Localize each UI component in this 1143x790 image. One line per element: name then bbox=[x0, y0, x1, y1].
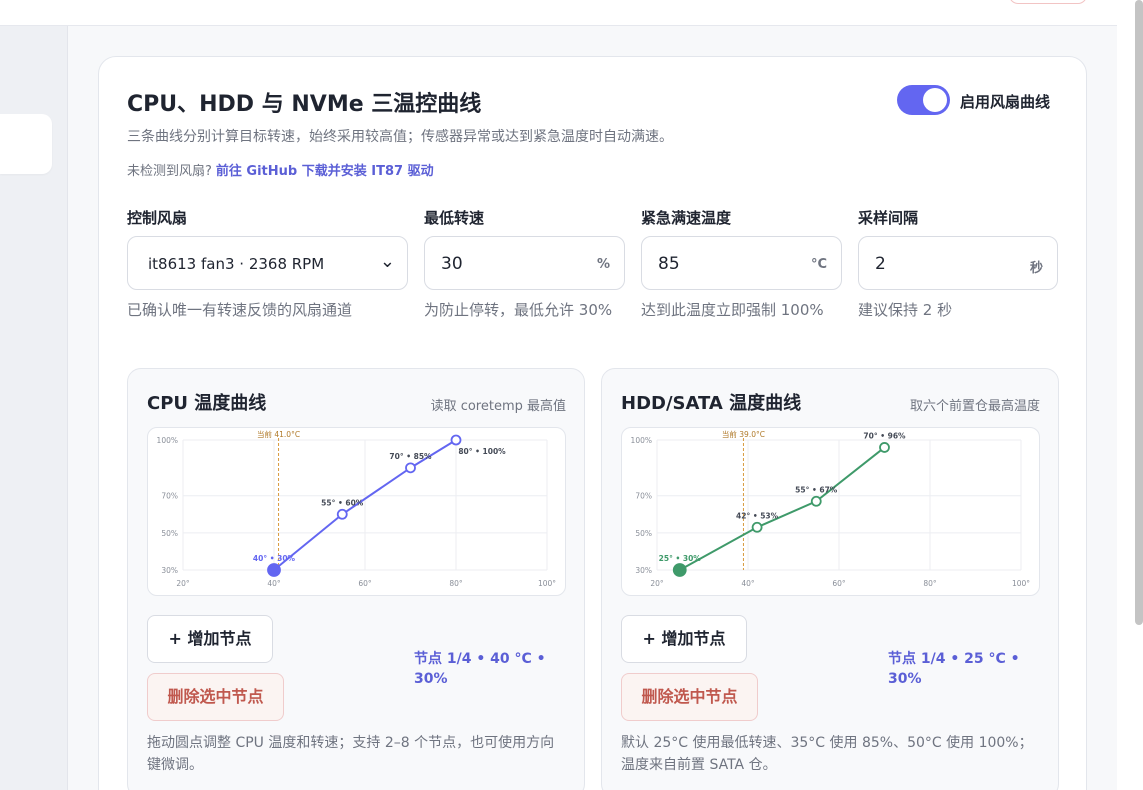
cpu-x-tick-label: 80° bbox=[449, 579, 463, 588]
interval-input[interactable]: 2 秒 bbox=[858, 236, 1058, 290]
emergency-temp-help: 达到此温度立即强制 100% bbox=[641, 301, 824, 319]
cpu-curve-title: CPU 温度曲线 bbox=[147, 393, 267, 414]
cpu-add-node-button[interactable]: + 增加节点 bbox=[147, 615, 273, 663]
cpu-y-tick-label: 30% bbox=[161, 566, 178, 575]
hdd-chart-svg[interactable]: 20° 40° 60° 80° 100° 100% 70% 50% 30% 当前 39.0°C 25… bbox=[622, 428, 1040, 596]
toggle-knob bbox=[923, 88, 947, 112]
driver-notice: 未检测到风扇? 前往 GitHub 下载并安装 IT87 驱动 bbox=[127, 160, 434, 179]
hdd-data-point[interactable] bbox=[672, 563, 687, 577]
toggle-label: 启用风扇曲线 bbox=[960, 93, 1051, 111]
hdd-x-tick-label: 100° bbox=[1012, 579, 1030, 588]
cpu-curve-description: 拖动圆点调整 CPU 温度和转速；支持 2–8 个节点，也可使用方向键微调。 bbox=[147, 735, 555, 773]
emergency-temp-unit: °C bbox=[810, 257, 827, 272]
interval-value: 2 bbox=[875, 254, 886, 274]
min-speed-label: 最低转速 bbox=[424, 209, 485, 227]
hdd-point-label: 42° • 53% bbox=[736, 511, 779, 520]
hdd-series-line bbox=[679, 446, 886, 571]
hdd-curve-note: 取六个前置仓最高温度 bbox=[909, 399, 1040, 414]
cpu-data-point[interactable] bbox=[336, 508, 348, 520]
hdd-y-tick-label: 70% bbox=[635, 492, 652, 501]
hdd-add-node-button[interactable]: + 增加节点 bbox=[621, 615, 747, 663]
hdd-curve-description: 默认 25°C 使用最低转速、35°C 使用 85%、50°C 使用 100%；… bbox=[621, 735, 1033, 773]
top-action-button[interactable] bbox=[1009, 0, 1087, 4]
cpu-curve-card: CPU 温度曲线 读取 coretemp 最高值 20° 40° 60° 80° 100… bbox=[127, 368, 585, 790]
hdd-x-tick-label: 60° bbox=[832, 579, 846, 588]
interval-label: 采样间隔 bbox=[858, 209, 919, 227]
cpu-point-label: 70° • 85% bbox=[389, 452, 432, 461]
cpu-x-tick-label: 20° bbox=[176, 579, 190, 588]
cpu-y-tick-label: 100% bbox=[157, 436, 178, 445]
hdd-data-point[interactable] bbox=[879, 442, 890, 453]
hdd-point-label: 25° • 30% bbox=[659, 554, 702, 563]
chevron-down-icon: ⌄ bbox=[379, 251, 395, 272]
emergency-temp-input[interactable]: 85 °C bbox=[641, 236, 842, 290]
sidebar bbox=[0, 26, 68, 790]
min-speed-input[interactable]: 30 % bbox=[424, 236, 625, 290]
fan-select[interactable]: it8613 fan3 · 2368 RPM ⌄ bbox=[127, 236, 408, 290]
fan-select-value: it8613 fan3 · 2368 RPM bbox=[148, 255, 325, 273]
cpu-curve-note: 读取 coretemp 最高值 bbox=[430, 399, 566, 414]
scrollbar-thumb[interactable] bbox=[1135, 0, 1143, 625]
cpu-point-label: 40° • 30% bbox=[253, 554, 296, 563]
hdd-point-label: 70° • 96% bbox=[863, 431, 906, 440]
hdd-curve-title: HDD/SATA 温度曲线 bbox=[621, 393, 802, 414]
cpu-data-point[interactable] bbox=[267, 563, 281, 577]
notice-text: 未检测到风扇? bbox=[127, 164, 212, 179]
hdd-x-tick-label: 40° bbox=[741, 579, 755, 588]
emergency-temp-label: 紧急满速温度 bbox=[641, 209, 732, 227]
emergency-temp-value: 85 bbox=[658, 254, 680, 274]
hdd-curve-chart[interactable]: 20° 40° 60° 80° 100° 100% 70% 50% 30% 当前 39.0°C 25… bbox=[621, 427, 1040, 596]
hdd-point-label: 55° • 67% bbox=[795, 485, 838, 494]
cpu-x-tick-label: 60° bbox=[358, 579, 372, 588]
hdd-delete-node-button[interactable]: 删除选中节点 bbox=[621, 673, 758, 721]
min-speed-value: 30 bbox=[441, 254, 463, 274]
hdd-y-tick-label: 50% bbox=[635, 529, 652, 538]
fan-select-label: 控制风扇 bbox=[127, 209, 188, 227]
hdd-y-tick-label: 100% bbox=[631, 436, 652, 445]
fan-select-help: 已确认唯一有转速反馈的风扇通道 bbox=[127, 301, 353, 319]
cpu-point-label: 80° • 100% bbox=[458, 447, 506, 456]
cpu-data-point[interactable] bbox=[450, 434, 462, 446]
sidebar-item-active[interactable] bbox=[0, 114, 52, 174]
hdd-data-point[interactable] bbox=[810, 495, 822, 507]
cpu-curve-chart[interactable]: 20° 40° 60° 80° 100° 100% 70% 50% 30% 当前 41.0°C 40… bbox=[147, 427, 566, 596]
cpu-x-tick-label: 40° bbox=[267, 579, 281, 588]
hdd-curve-card: HDD/SATA 温度曲线 取六个前置仓最高温度 20° 40° 60° 80° 100… bbox=[601, 368, 1059, 790]
hdd-data-point[interactable] bbox=[751, 521, 763, 533]
cpu-y-tick-label: 50% bbox=[161, 529, 178, 538]
min-speed-help: 为防止停转，最低允许 30% bbox=[424, 301, 613, 319]
cpu-chart-svg[interactable]: 20° 40° 60° 80° 100° 100% 70% 50% 30% 当前 41.0°C 40… bbox=[148, 428, 566, 596]
page-title: CPU、HDD 与 NVMe 三温控曲线 bbox=[127, 92, 482, 117]
github-driver-link[interactable]: 前往 GitHub 下载并安装 IT87 驱动 bbox=[216, 164, 434, 179]
cpu-y-tick-label: 70% bbox=[161, 492, 178, 501]
hdd-x-tick-label: 20° bbox=[650, 579, 664, 588]
interval-unit: 秒 bbox=[1029, 261, 1043, 276]
hdd-y-tick-label: 30% bbox=[635, 566, 652, 575]
hdd-selected-node-info: 节点 1/4 • 25 °C • 30% bbox=[888, 651, 1020, 687]
cpu-delete-node-button[interactable]: 删除选中节点 bbox=[147, 673, 284, 721]
interval-help: 建议保持 2 秒 bbox=[858, 301, 953, 319]
cpu-selected-node-info: 节点 1/4 • 40 °C • 30% bbox=[414, 651, 546, 687]
cpu-current-temp-label: 当前 41.0°C bbox=[257, 429, 300, 439]
cpu-point-label: 55° • 60% bbox=[321, 498, 364, 507]
hdd-x-tick-label: 80° bbox=[923, 579, 937, 588]
cpu-data-point[interactable] bbox=[405, 462, 416, 474]
top-bar bbox=[0, 0, 1117, 26]
hdd-current-temp-label: 当前 39.0°C bbox=[722, 429, 765, 439]
fan-curve-toggle[interactable] bbox=[897, 85, 950, 115]
min-speed-unit: % bbox=[596, 257, 610, 272]
cpu-x-tick-label: 100° bbox=[538, 579, 556, 588]
page-subtitle: 三条曲线分别计算目标转速，始终采用较高值；传感器异常或达到紧急温度时自动满速。 bbox=[127, 129, 673, 145]
